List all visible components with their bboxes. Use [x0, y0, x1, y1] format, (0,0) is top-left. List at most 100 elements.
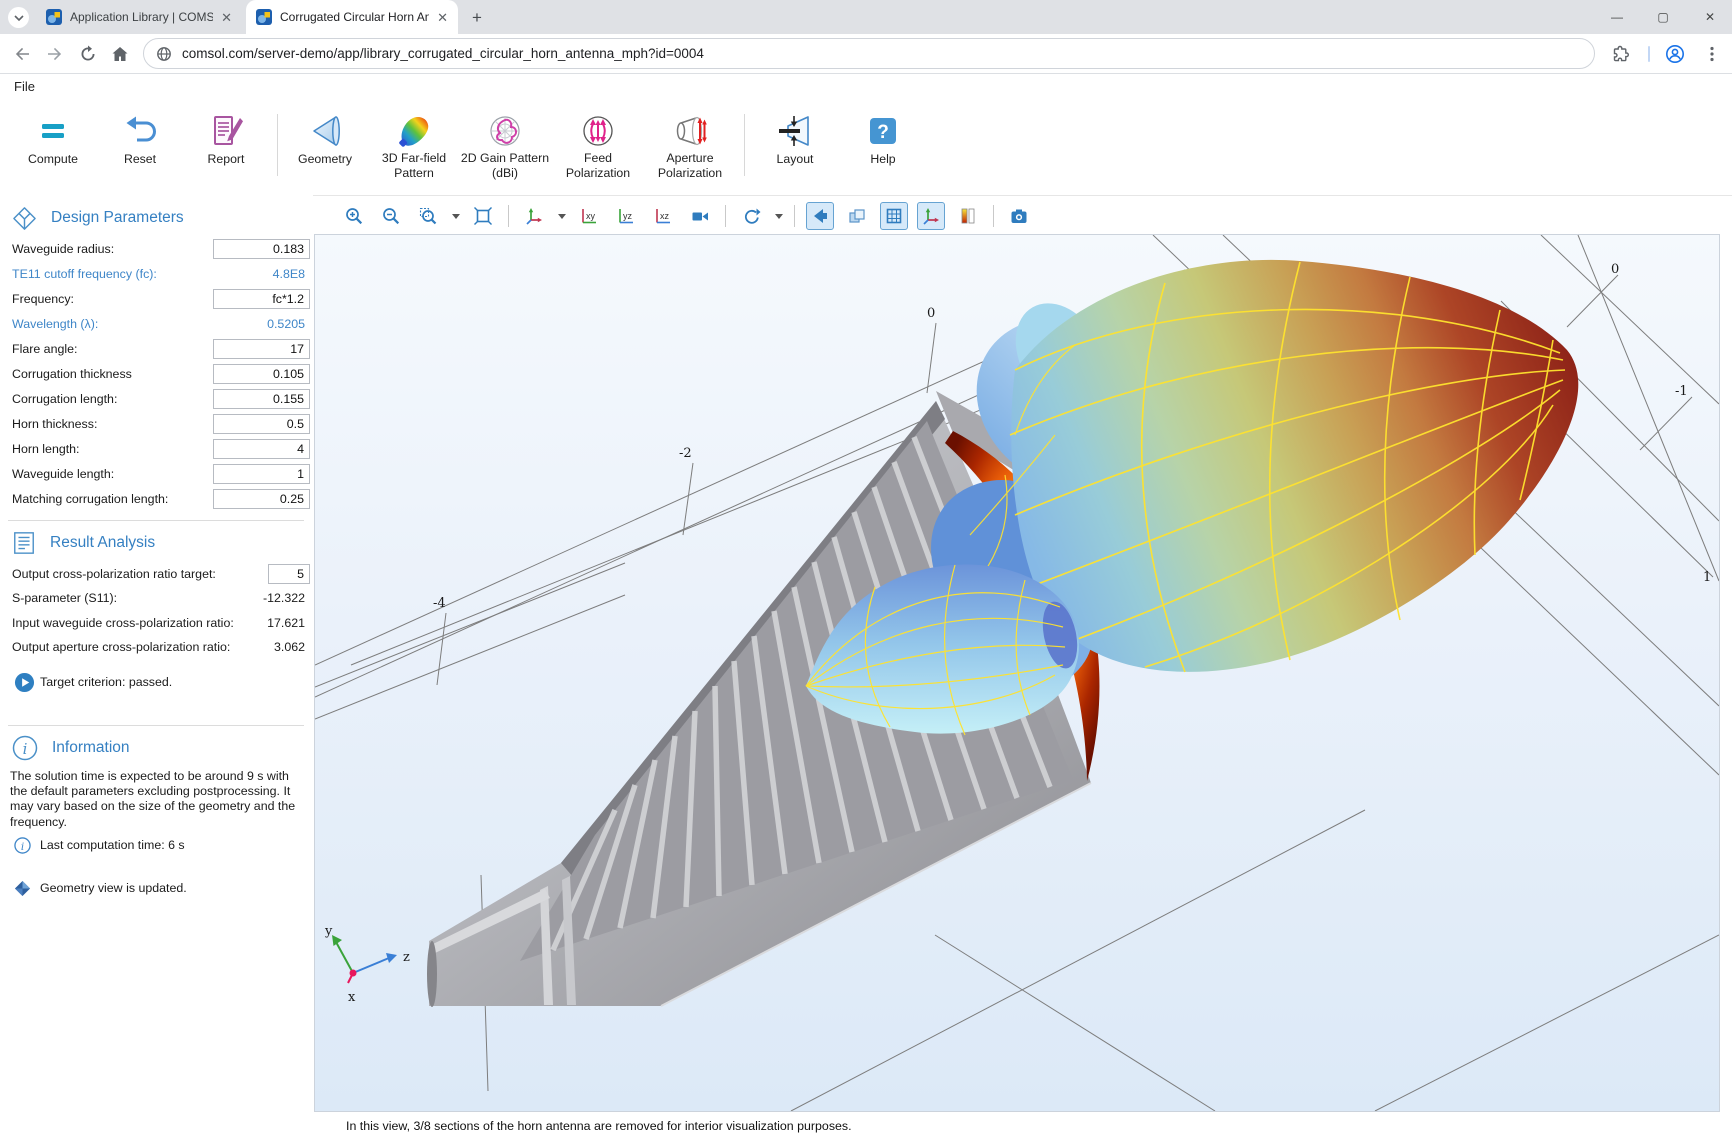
matching-corrugation-length-field[interactable]	[213, 489, 310, 509]
reset-rotation-icon[interactable]	[737, 202, 765, 230]
app-menubar: File	[0, 74, 1732, 100]
help-icon: ?	[865, 112, 901, 150]
feed-polarization-icon	[580, 112, 616, 149]
corrugation-length-field[interactable]	[213, 389, 310, 409]
flare-angle-field[interactable]	[213, 339, 310, 359]
result-analysis-header: Result Analysis	[12, 530, 155, 556]
close-window-button[interactable]: ✕	[1693, 0, 1727, 34]
design-parameters-icon	[12, 206, 37, 231]
information-header: i Information	[12, 735, 130, 761]
show-axes-toggle[interactable]	[917, 202, 945, 230]
help-button[interactable]: ? Help	[838, 112, 928, 180]
corrugation-thickness-field[interactable]	[213, 364, 310, 384]
view-xz-icon[interactable]: xz	[649, 202, 677, 230]
home-icon[interactable]	[110, 44, 130, 64]
url-bar[interactable]: comsol.com/server-demo/app/library_corru…	[143, 38, 1595, 69]
param-row-waveguide-radius: Waveguide radius: m	[0, 237, 313, 262]
layout-button[interactable]: Layout	[750, 112, 840, 180]
play-status-icon	[14, 672, 35, 693]
tab-title: Application Library | COMSOL S	[70, 10, 213, 24]
param-row-waveguide-length: Waveguide length: m	[0, 462, 313, 487]
maximize-button[interactable]: ▢	[1646, 0, 1680, 34]
tab-application-library[interactable]: Application Library | COMSOL S ✕	[36, 0, 242, 34]
svg-text:i: i	[21, 841, 24, 853]
3d-viewport[interactable]: 0 -2 -4 0 -1 1	[314, 234, 1720, 1112]
svg-text:?: ?	[877, 122, 889, 143]
zoom-out-icon[interactable]	[377, 202, 405, 230]
snapshot-icon[interactable]	[1005, 202, 1033, 230]
back-icon[interactable]	[12, 44, 32, 64]
svg-text:xz: xz	[660, 211, 670, 221]
param-row-corrugation-length: Corrugation length: m	[0, 387, 313, 412]
rotate-dropdown-caret[interactable]	[774, 214, 783, 219]
report-button[interactable]: Report	[181, 112, 271, 180]
chevron-down-icon	[13, 12, 25, 24]
graphics-toolbar: xy yz xz	[314, 200, 1718, 232]
toolbar-separator	[794, 205, 795, 227]
svg-text:yz: yz	[623, 211, 633, 221]
svg-text:y: y	[324, 924, 333, 939]
scene-light-toggle[interactable]	[806, 202, 834, 230]
cross-pol-target-field[interactable]	[268, 564, 310, 584]
compute-button[interactable]: Compute	[8, 112, 98, 180]
result-analysis-icon	[12, 531, 36, 555]
waveguide-length-field[interactable]	[213, 464, 310, 484]
reload-icon[interactable]	[78, 44, 98, 64]
frequency-field[interactable]	[213, 289, 310, 309]
aperture-polarization-button[interactable]: Aperture Polarization	[645, 112, 735, 180]
new-tab-button[interactable]: +	[466, 7, 488, 29]
transparency-icon[interactable]	[843, 202, 871, 230]
horn-thickness-field[interactable]	[213, 414, 310, 434]
zoom-extents-icon[interactable]	[469, 202, 497, 230]
color-legend-icon[interactable]	[954, 202, 982, 230]
minimize-button[interactable]: —	[1600, 0, 1634, 34]
axis-triad: y z x	[324, 924, 410, 1005]
url-text: comsol.com/server-demo/app/library_corru…	[182, 46, 704, 61]
info-circle-icon: i	[14, 837, 31, 854]
tab-title: Corrugated Circular Horn Anten	[280, 10, 429, 24]
view-yz-icon[interactable]: yz	[612, 202, 640, 230]
far-field-3d-button[interactable]: 3D Far-field Pattern	[369, 112, 459, 180]
readonly-value: 4.8E8	[213, 267, 305, 281]
view-xy-icon[interactable]: xy	[575, 202, 603, 230]
svg-text:xy: xy	[586, 211, 596, 221]
toolbar-separator	[508, 205, 509, 227]
svg-text:0: 0	[927, 306, 935, 321]
go-to-view-dropdown-caret[interactable]	[557, 214, 566, 219]
zoom-in-icon[interactable]	[340, 202, 368, 230]
svg-text:-2: -2	[679, 446, 692, 461]
zoom-box-icon[interactable]	[414, 202, 442, 230]
result-row-output-cross-pol: Output aperture cross-polarization ratio…	[0, 635, 313, 660]
horn-length-field[interactable]	[213, 439, 310, 459]
comsol-favicon	[256, 9, 272, 25]
browser-menu-kebab-icon[interactable]	[1702, 44, 1722, 64]
app-ribbon: Compute Reset Report Geometry 3D Far-fie…	[0, 100, 1732, 181]
svg-text:z: z	[403, 950, 410, 965]
param-row-flare-angle: Flare angle: °	[0, 337, 313, 362]
section-divider	[8, 520, 304, 521]
geometry-button[interactable]: Geometry	[280, 112, 370, 180]
zoom-box-dropdown-caret[interactable]	[451, 214, 460, 219]
feed-polarization-button[interactable]: Feed Polarization	[553, 112, 643, 180]
svg-text:i: i	[23, 740, 28, 758]
profile-avatar[interactable]	[1665, 44, 1685, 64]
grid-toggle[interactable]	[880, 202, 908, 230]
param-row-wavelength: Wavelength (λ): 0.5205 m	[0, 312, 313, 337]
site-info-globe-icon[interactable]	[156, 46, 172, 62]
menu-file[interactable]: File	[14, 79, 35, 94]
extensions-icon[interactable]	[1612, 44, 1632, 64]
tab-horn-antenna[interactable]: Corrugated Circular Horn Anten ✕	[246, 0, 458, 34]
close-tab-icon[interactable]: ✕	[437, 11, 448, 24]
reset-button[interactable]: Reset	[95, 112, 185, 180]
browser-window: Application Library | COMSOL S ✕ Corruga…	[0, 0, 1732, 1145]
go-to-default-view-icon[interactable]	[520, 202, 548, 230]
waveguide-radius-field[interactable]	[213, 239, 310, 259]
result-row-input-cross-pol: Input waveguide cross-polarization ratio…	[0, 611, 313, 636]
forward-icon[interactable]	[45, 44, 65, 64]
perspective-icon[interactable]	[686, 202, 714, 230]
close-tab-icon[interactable]: ✕	[221, 11, 232, 24]
param-row-horn-length: Horn length: m	[0, 437, 313, 462]
gain-2d-button[interactable]: 2D Gain Pattern (dBi)	[460, 112, 550, 180]
tab-search-button[interactable]	[8, 7, 29, 28]
geometry-diamond-icon	[14, 880, 31, 897]
